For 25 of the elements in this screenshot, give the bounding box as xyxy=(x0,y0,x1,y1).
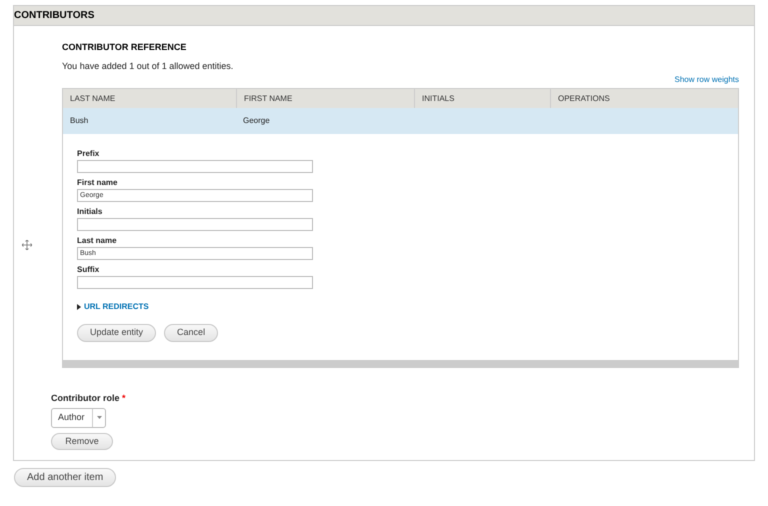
role-label: Contributor role * xyxy=(51,392,127,405)
text-field[interactable] xyxy=(77,218,313,231)
url-redirects-link[interactable]: URL REDIRECTS xyxy=(84,301,149,313)
form-button[interactable]: Update entity xyxy=(77,324,156,342)
dropdown-caret-icon xyxy=(96,416,102,419)
column-header: LAST NAME xyxy=(69,92,116,104)
field-label: First name xyxy=(77,177,118,188)
text-field[interactable] xyxy=(77,160,313,173)
add-item-button[interactable]: Add another item xyxy=(14,468,116,486)
field-label: Initials xyxy=(77,206,104,217)
form-button[interactable]: Cancel xyxy=(164,324,218,342)
table-cell: George xyxy=(243,115,270,127)
table-row[interactable]: Bush George xyxy=(63,108,738,134)
drag-handle-icon[interactable] xyxy=(22,240,32,250)
field-label: Suffix xyxy=(77,264,100,275)
row-weights-link[interactable]: Show row weights xyxy=(674,74,739,86)
section-header: CONTRIBUTORS xyxy=(14,6,754,26)
field-label: Last name xyxy=(77,235,118,246)
remove-button[interactable]: Remove xyxy=(51,432,113,450)
reference-title: CONTRIBUTOR REFERENCE xyxy=(62,41,188,54)
field-label: Prefix xyxy=(77,148,100,159)
role-select[interactable]: Author xyxy=(51,408,106,428)
summary-text: You have added 1 out of 1 allowed entities. xyxy=(62,60,234,72)
table-cell: Bush xyxy=(70,115,88,127)
text-field[interactable] xyxy=(77,276,313,289)
